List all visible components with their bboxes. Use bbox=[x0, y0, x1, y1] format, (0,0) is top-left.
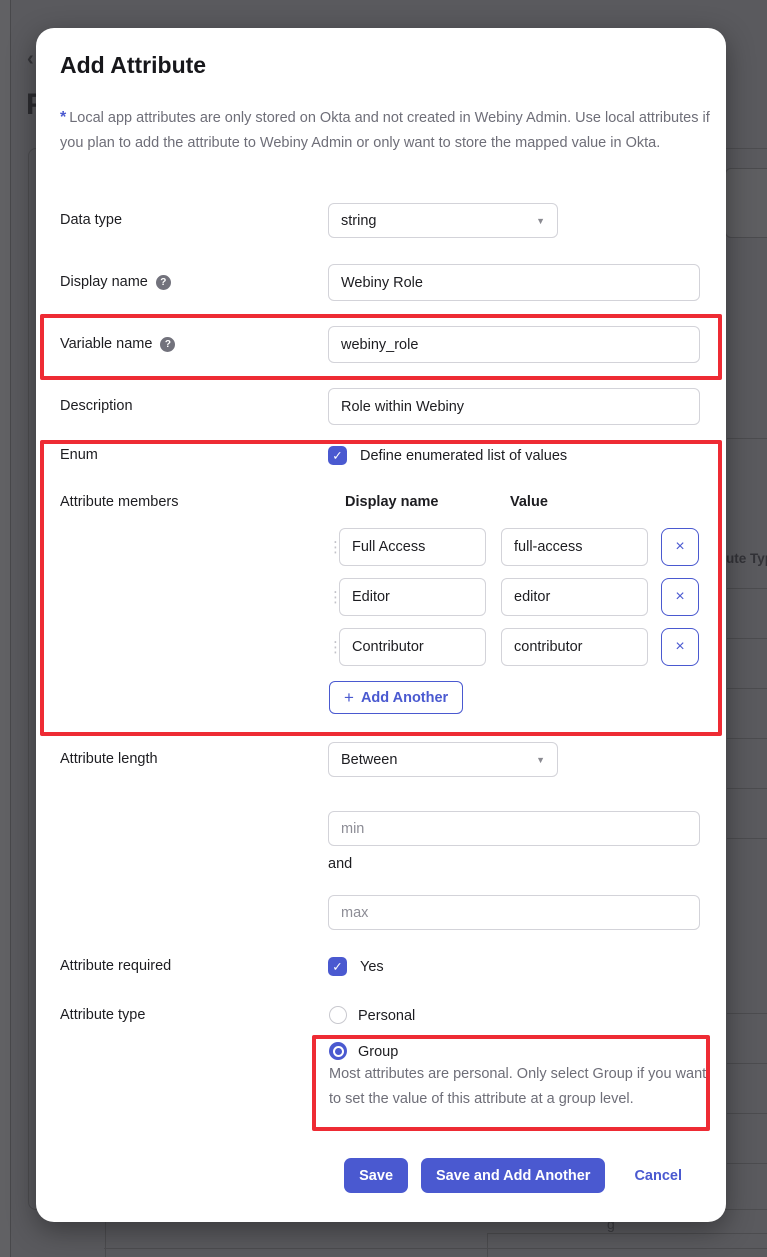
attribute-required-label: Attribute required bbox=[60, 958, 171, 974]
background-table-line bbox=[105, 1222, 106, 1257]
save-button[interactable]: Save bbox=[344, 1158, 408, 1193]
modal-note-text: Local app attributes are only stored on … bbox=[60, 110, 710, 151]
remove-member-button[interactable]: × bbox=[661, 628, 699, 666]
add-attribute-modal: Add Attribute *Local app attributes are … bbox=[36, 28, 726, 1222]
background-table-line bbox=[727, 1013, 767, 1014]
cancel-button[interactable]: Cancel bbox=[628, 1167, 688, 1185]
required-asterisk: * bbox=[60, 109, 66, 126]
remove-member-button[interactable]: × bbox=[661, 578, 699, 616]
close-icon: × bbox=[675, 588, 684, 606]
help-icon[interactable]: ? bbox=[156, 275, 171, 290]
min-input[interactable] bbox=[328, 811, 700, 846]
plus-icon: + bbox=[344, 688, 354, 708]
background-table-line bbox=[487, 1233, 767, 1234]
back-chevron-icon: ‹ bbox=[27, 48, 34, 71]
screen: ‹ P ute Typ g Add Attribute *Local app a… bbox=[0, 0, 767, 1257]
background-table-line bbox=[104, 1248, 767, 1249]
member-value-input[interactable] bbox=[501, 628, 648, 666]
background-table-line bbox=[487, 1233, 488, 1257]
personal-radio-label: Personal bbox=[358, 1008, 415, 1024]
save-and-add-another-button[interactable]: Save and Add Another bbox=[421, 1158, 605, 1193]
close-icon: × bbox=[675, 638, 684, 656]
member-display-input[interactable] bbox=[339, 628, 486, 666]
background-table-line bbox=[727, 1113, 767, 1114]
help-icon[interactable]: ? bbox=[160, 337, 175, 352]
modal-note: *Local app attributes are only stored on… bbox=[60, 106, 710, 155]
background-table-header-fragment: ute Typ bbox=[726, 551, 767, 566]
attribute-length-label: Attribute length bbox=[60, 751, 158, 767]
personal-radio[interactable] bbox=[329, 1006, 347, 1024]
data-type-label: Data type bbox=[60, 212, 122, 228]
attribute-required-checkbox[interactable]: ✓ bbox=[328, 957, 347, 976]
background-panel-fragment bbox=[725, 168, 767, 238]
attribute-members-label: Attribute members bbox=[60, 494, 178, 510]
add-another-label: Add Another bbox=[361, 690, 448, 706]
member-row: ⋮ × bbox=[328, 528, 699, 566]
and-label: and bbox=[328, 856, 352, 872]
attribute-required-checkbox-label: Yes bbox=[360, 959, 384, 975]
members-col-value: Value bbox=[510, 494, 548, 510]
max-input[interactable] bbox=[328, 895, 700, 930]
chevron-down-icon: ▼ bbox=[536, 755, 545, 765]
members-col-display-name: Display name bbox=[345, 494, 439, 510]
background-table-line bbox=[727, 688, 767, 689]
data-type-select[interactable]: string ▼ bbox=[328, 203, 558, 238]
background-table-line bbox=[727, 438, 767, 439]
data-type-value: string bbox=[341, 213, 376, 229]
enum-label: Enum bbox=[60, 447, 98, 463]
member-display-input[interactable] bbox=[339, 528, 486, 566]
group-radio[interactable] bbox=[329, 1042, 347, 1060]
background-table-line bbox=[727, 638, 767, 639]
remove-member-button[interactable]: × bbox=[661, 528, 699, 566]
check-icon: ✓ bbox=[332, 448, 342, 463]
member-row: ⋮ × bbox=[328, 578, 699, 616]
description-label: Description bbox=[60, 398, 133, 414]
attribute-length-select[interactable]: Between ▼ bbox=[328, 742, 558, 777]
background-table-line bbox=[727, 788, 767, 789]
background-table-line bbox=[727, 838, 767, 839]
member-value-input[interactable] bbox=[501, 528, 648, 566]
modal-footer: Save Save and Add Another Cancel bbox=[36, 1158, 726, 1193]
variable-name-label: Variable name ? bbox=[60, 336, 175, 352]
background-sidebar-strip bbox=[0, 0, 11, 1257]
chevron-down-icon: ▼ bbox=[536, 216, 545, 226]
background-table-line bbox=[727, 738, 767, 739]
drag-handle-icon[interactable]: ⋮ bbox=[328, 590, 336, 605]
attribute-length-value: Between bbox=[341, 752, 397, 768]
member-row: ⋮ × bbox=[328, 628, 699, 666]
modal-title: Add Attribute bbox=[60, 52, 206, 79]
variable-name-input[interactable] bbox=[328, 326, 700, 363]
enum-checkbox[interactable]: ✓ bbox=[328, 446, 347, 465]
background-table-line bbox=[727, 1163, 767, 1164]
attribute-type-label: Attribute type bbox=[60, 1007, 145, 1023]
drag-handle-icon[interactable]: ⋮ bbox=[328, 640, 336, 655]
drag-handle-icon[interactable]: ⋮ bbox=[328, 540, 336, 555]
display-name-input[interactable] bbox=[328, 264, 700, 301]
enum-checkbox-label: Define enumerated list of values bbox=[360, 448, 567, 464]
group-radio-label: Group bbox=[358, 1044, 398, 1060]
close-icon: × bbox=[675, 538, 684, 556]
group-help-text: Most attributes are personal. Only selec… bbox=[329, 1062, 707, 1111]
background-table-line bbox=[727, 1063, 767, 1064]
check-icon: ✓ bbox=[332, 959, 342, 974]
background-table-line bbox=[727, 588, 767, 589]
member-value-input[interactable] bbox=[501, 578, 648, 616]
description-input[interactable] bbox=[328, 388, 700, 425]
member-display-input[interactable] bbox=[339, 578, 486, 616]
add-another-button[interactable]: + Add Another bbox=[329, 681, 463, 714]
display-name-label: Display name ? bbox=[60, 274, 171, 290]
